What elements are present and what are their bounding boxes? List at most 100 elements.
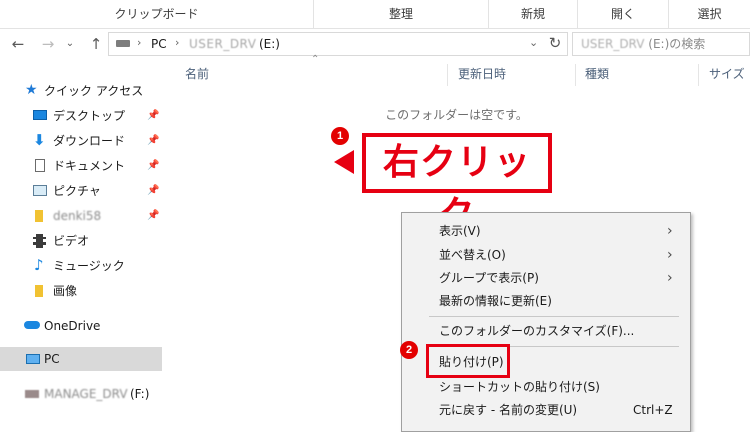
navigation-pane: ★ クイック アクセス デスクトップ 📌 ⬇ ダウンロード 📌 ドキュメント 📌… <box>0 60 162 421</box>
pin-icon[interactable]: 📌 <box>147 154 159 178</box>
column-name[interactable]: 名前 <box>185 60 209 88</box>
desktop-icon <box>33 110 47 120</box>
ribbon-group-select[interactable]: 選択 <box>669 0 750 28</box>
submenu-arrow-icon: › <box>667 270 673 286</box>
back-arrow-icon[interactable]: ← <box>8 33 28 55</box>
forward-arrow-icon[interactable]: → <box>38 33 58 55</box>
nav-label: MANAGE_DRV <box>44 387 128 401</box>
chevron-down-icon[interactable]: ⌄ <box>529 36 538 49</box>
star-icon: ★ <box>25 82 38 98</box>
step-1-badge: 1 <box>331 127 349 145</box>
menu-item-label: ショートカットの貼り付け(S) <box>439 380 600 394</box>
nav-item-pc[interactable]: PC <box>0 347 162 371</box>
nav-item-onedrive[interactable]: OneDrive <box>0 314 162 338</box>
search-input[interactable]: USER_DRV (E:)の検索 <box>572 32 750 56</box>
folder-icon <box>35 210 43 222</box>
breadcrumb-drive[interactable]: USER_DRV <box>189 37 256 51</box>
menu-item-undo-rename[interactable]: 元に戻す - 名前の変更(U) Ctrl+Z <box>402 398 690 422</box>
computer-icon <box>26 354 40 364</box>
up-arrow-icon[interactable]: ↑ <box>86 33 106 55</box>
ribbon-group-clipboard[interactable]: クリップボード <box>0 0 314 28</box>
menu-item-label: 並べ替え(O) <box>439 248 506 262</box>
ribbon: クリップボード 整理 新規 開く 選択 <box>0 0 750 29</box>
sort-ascending-icon: ⌃ <box>311 54 320 65</box>
address-row: ← → ⌄ ↑ › PC › USER_DRV (E:) ⌄ ↻ USER_DR… <box>0 29 750 59</box>
folder-icon <box>35 285 43 297</box>
menu-item-label: 最新の情報に更新(E) <box>439 294 552 308</box>
menu-separator <box>429 316 679 317</box>
document-icon <box>35 159 45 172</box>
nav-item-videos[interactable]: ビデオ <box>0 229 162 253</box>
nav-item-downloads[interactable]: ⬇ ダウンロード 📌 <box>0 129 162 153</box>
nav-label: クイック アクセス <box>44 84 144 98</box>
address-bar[interactable]: › PC › USER_DRV (E:) ⌄ ↻ <box>108 32 568 56</box>
nav-label: 画像 <box>53 284 78 298</box>
download-icon: ⬇ <box>33 131 46 149</box>
nav-label: デスクトップ <box>53 109 126 123</box>
video-icon <box>33 234 46 248</box>
nav-item-documents[interactable]: ドキュメント 📌 <box>0 154 162 178</box>
column-date-modified[interactable]: 更新日時 <box>458 60 506 88</box>
pin-icon[interactable]: 📌 <box>147 179 159 203</box>
refresh-icon[interactable]: ↻ <box>545 34 565 52</box>
nav-label: ミュージック <box>53 259 125 273</box>
pin-icon[interactable]: 📌 <box>147 129 159 153</box>
column-type[interactable]: 種類 <box>585 60 609 88</box>
menu-item-paste-shortcut[interactable]: ショートカットの貼り付け(S) <box>402 375 690 399</box>
menu-item-sort-by[interactable]: 並べ替え(O) › <box>402 243 690 267</box>
right-click-callout: 右クリック <box>362 133 552 235</box>
breadcrumb-pc[interactable]: PC <box>151 37 167 51</box>
pin-icon[interactable]: 📌 <box>147 104 159 128</box>
callout-text: 右クリック <box>382 142 531 235</box>
menu-item-label: グループで表示(P) <box>439 271 539 285</box>
drive-icon <box>25 390 39 398</box>
callout-pointer <box>334 150 354 174</box>
nav-label: PC <box>44 352 60 366</box>
nav-label: ダウンロード <box>53 134 126 148</box>
menu-item-label: 元に戻す - 名前の変更(U) <box>439 403 578 417</box>
nav-item-images[interactable]: 画像 <box>0 279 162 303</box>
ribbon-group-new[interactable]: 新規 <box>489 0 578 28</box>
column-size[interactable]: サイズ <box>709 60 745 88</box>
nav-item-music[interactable]: ♪ ミュージック <box>0 254 162 278</box>
nav-label: (F:) <box>130 387 150 401</box>
nav-label: OneDrive <box>44 319 101 333</box>
nav-item-manage-drive[interactable]: MANAGE_DRV (F:) <box>0 382 162 406</box>
recent-locations-icon[interactable]: ⌄ <box>60 33 80 55</box>
submenu-arrow-icon: › <box>667 247 673 263</box>
menu-item-view[interactable]: 表示(V) › <box>402 219 690 243</box>
column-divider[interactable] <box>447 64 448 86</box>
nav-item-denki58[interactable]: denki58 📌 <box>0 204 162 228</box>
menu-item-customize-folder[interactable]: このフォルダーのカスタマイズ(F)... <box>402 319 690 343</box>
search-placeholder: (E:)の検索 <box>648 37 706 51</box>
nav-label: denki58 <box>53 209 102 223</box>
paste-highlight-box <box>426 344 510 378</box>
menu-item-shortcut: Ctrl+Z <box>633 403 673 417</box>
nav-label: ドキュメント <box>53 159 126 173</box>
picture-icon <box>33 185 47 196</box>
chevron-right-icon[interactable]: › <box>175 36 179 49</box>
breadcrumb-drive-letter[interactable]: (E:) <box>259 37 280 51</box>
chevron-right-icon[interactable]: › <box>137 36 141 49</box>
column-divider[interactable] <box>698 64 699 86</box>
music-icon: ♪ <box>34 256 44 274</box>
search-placeholder-drive: USER_DRV <box>581 37 645 51</box>
nav-item-pictures[interactable]: ピクチャ 📌 <box>0 179 162 203</box>
cloud-icon <box>24 321 40 329</box>
nav-label: ピクチャ <box>53 184 101 198</box>
nav-label: ビデオ <box>53 234 90 248</box>
menu-item-label: このフォルダーのカスタマイズ(F)... <box>439 324 635 338</box>
nav-quick-access[interactable]: ★ クイック アクセス <box>0 79 162 103</box>
drive-icon <box>116 40 130 47</box>
ribbon-group-organize[interactable]: 整理 <box>314 0 489 28</box>
menu-item-label: 表示(V) <box>439 224 481 238</box>
nav-item-desktop[interactable]: デスクトップ 📌 <box>0 104 162 128</box>
ribbon-group-open[interactable]: 開く <box>578 0 669 28</box>
empty-folder-message: このフォルダーは空です。 <box>385 108 528 122</box>
menu-item-refresh[interactable]: 最新の情報に更新(E) <box>402 289 690 313</box>
pin-icon[interactable]: 📌 <box>147 204 159 228</box>
submenu-arrow-icon: › <box>667 223 673 239</box>
column-divider[interactable] <box>575 64 576 86</box>
context-menu: 表示(V) › 並べ替え(O) › グループで表示(P) › 最新の情報に更新(… <box>401 212 691 432</box>
menu-item-group-by[interactable]: グループで表示(P) › <box>402 266 690 290</box>
